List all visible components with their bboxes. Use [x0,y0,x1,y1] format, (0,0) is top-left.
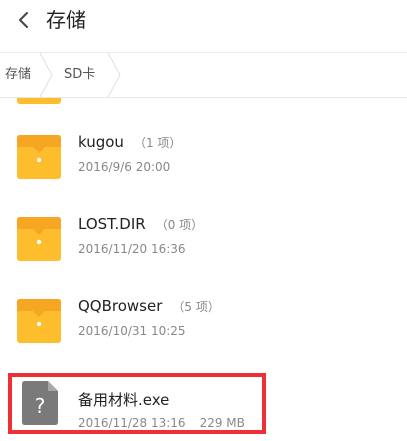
item-name: 备用材料.exe [78,391,170,409]
svg-text:?: ? [35,394,46,418]
folder-icon [17,135,61,179]
item-meta-line: 2016/11/28 13:16 229 MB [78,415,245,431]
list-item-lost-dir[interactable]: LOST.DIR （0 项） 2016/11/20 16:36 [0,196,407,278]
item-name: QQBrowser [78,297,163,315]
item-date: 2016/10/31 10:25 [78,324,186,338]
item-count: （1 项） [133,136,182,150]
folder-icon [17,217,61,261]
list-item-exe-file[interactable]: ? 备用材料.exe 2016/11/28 13:16 229 MB [0,370,407,438]
item-count: （5 项） [172,300,220,314]
chevron-left-icon [19,12,28,28]
folder-icon [17,299,61,343]
item-date: 2016/11/20 16:36 [78,242,186,256]
item-name-line: LOST.DIR （0 项） [78,214,203,235]
item-date: 2016/9/6 20:00 [78,160,171,174]
list-item-kugou[interactable]: kugou （1 项） 2016/9/6 20:00 [0,114,407,196]
unknown-file-icon: ? [22,381,58,425]
breadcrumb-separator-icon [107,53,121,97]
breadcrumb-separator-icon [39,53,53,97]
folder-icon [17,98,61,104]
page-title: 存储 [46,8,86,32]
breadcrumb-item-sdcard[interactable]: SD卡 [64,53,95,97]
item-name: LOST.DIR [78,215,146,233]
item-size: 229 MB [199,416,245,430]
back-button[interactable] [10,6,38,34]
list-item-qqbrowser[interactable]: QQBrowser （5 项） 2016/10/31 10:25 [0,278,407,360]
app-header: 存储 [0,0,407,46]
breadcrumb: 存储 SD卡 [0,52,407,98]
item-count: （0 项） [155,218,204,232]
item-name-line: QQBrowser （5 项） [78,296,220,317]
item-date: 2016/11/28 13:16 [78,416,186,430]
item-name: kugou [78,133,124,151]
item-name-line: kugou （1 项） [78,132,181,153]
breadcrumb-item-storage[interactable]: 存储 [5,53,31,97]
